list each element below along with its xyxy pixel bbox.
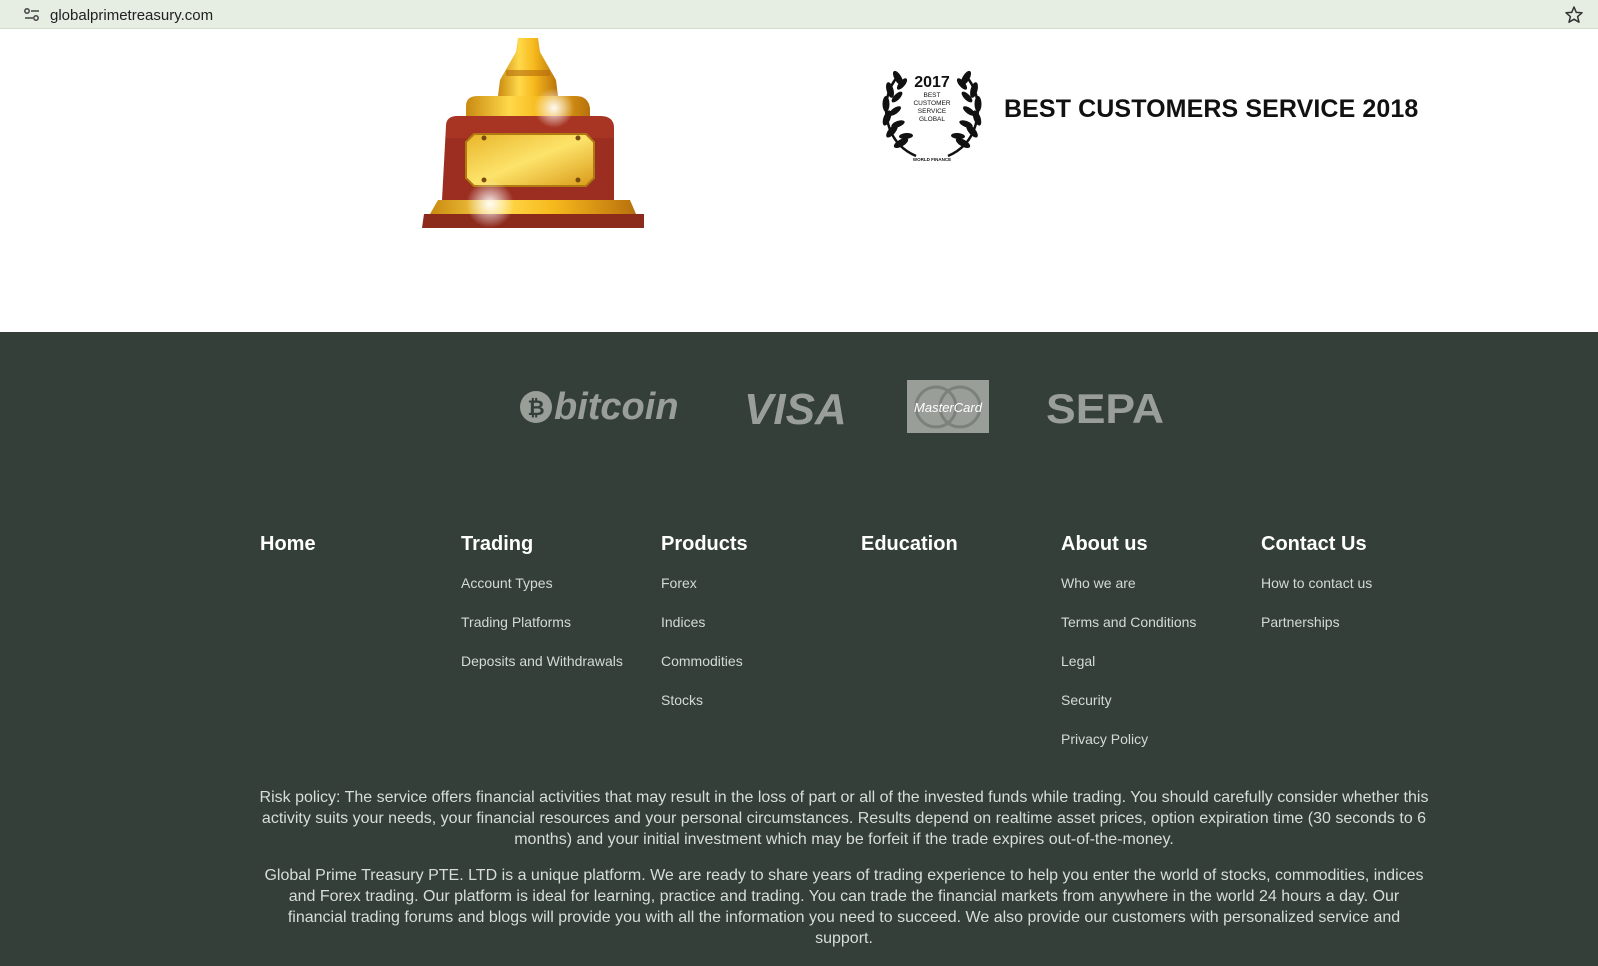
trading-links: Account Types Trading Platforms Deposits… bbox=[461, 575, 656, 692]
trophy-icon bbox=[422, 38, 644, 228]
footer-link-legal[interactable]: Legal bbox=[1061, 653, 1256, 692]
laurel-year: 2017 bbox=[914, 74, 950, 91]
laurel-line-3: SERVICE bbox=[918, 108, 947, 115]
tune-icon[interactable] bbox=[22, 6, 42, 24]
url-text[interactable]: globalprimetreasury.com bbox=[50, 7, 213, 24]
visa-logo: VISA bbox=[744, 385, 847, 434]
footer-link-education[interactable]: Education bbox=[861, 532, 1056, 556]
laurel-award-badge: 2017 BEST CUSTOMER SERVICE GLOBAL WORLD … bbox=[882, 70, 982, 162]
laurel-issuer: WORLD FINANCE bbox=[913, 157, 951, 162]
omnibox[interactable]: globalprimetreasury.com bbox=[10, 2, 1590, 27]
footer-column-contact: Contact Us How to contact us Partnership… bbox=[1261, 532, 1456, 653]
svg-text:₿: ₿ bbox=[527, 397, 544, 420]
sepa-logo: SEPA bbox=[1046, 385, 1164, 432]
sepa-wordmark: SEPA bbox=[1046, 385, 1164, 432]
contact-links: How to contact us Partnerships bbox=[1261, 575, 1456, 653]
laurel-line-1: BEST bbox=[924, 92, 941, 99]
about-links: Who we are Terms and Conditions Legal Se… bbox=[1061, 575, 1256, 770]
footer-link-trading-platforms[interactable]: Trading Platforms bbox=[461, 614, 656, 653]
footer-navigation: Home Trading Account Types Trading Platf… bbox=[260, 532, 1460, 772]
footer-column-products: Products Forex Indices Commodities Stock… bbox=[661, 532, 856, 731]
mastercard-wordmark: MasterCard bbox=[914, 400, 983, 415]
footer-column-about: About us Who we are Terms and Conditions… bbox=[1061, 532, 1256, 770]
footer-column-trading: Trading Account Types Trading Platforms … bbox=[461, 532, 656, 692]
awards-section: 2017 BEST CUSTOMER SERVICE GLOBAL WORLD … bbox=[0, 38, 1598, 332]
footer-link-forex[interactable]: Forex bbox=[661, 575, 856, 614]
risk-policy-text: Risk policy: The service offers financia… bbox=[259, 789, 1429, 848]
footer-link-account-types[interactable]: Account Types bbox=[461, 575, 656, 614]
bitcoin-logo: ₿ bitcoin bbox=[520, 386, 679, 428]
award-title: BEST CUSTOMERS SERVICE 2018 bbox=[1004, 95, 1419, 123]
footer-link-terms[interactable]: Terms and Conditions bbox=[1061, 614, 1256, 653]
bitcoin-wordmark: bitcoin bbox=[554, 386, 679, 428]
mastercard-logo: MasterCard bbox=[907, 380, 989, 433]
site-footer: ₿ bitcoin VISA MasterCard SEPA Home Trad… bbox=[0, 332, 1598, 966]
footer-link-who-we-are[interactable]: Who we are bbox=[1061, 575, 1256, 614]
footer-column-home: Home bbox=[260, 532, 455, 556]
footer-link-commodities[interactable]: Commodities bbox=[661, 653, 856, 692]
footer-link-deposits-withdrawals[interactable]: Deposits and Withdrawals bbox=[461, 653, 656, 692]
products-links: Forex Indices Commodities Stocks bbox=[661, 575, 856, 731]
star-icon[interactable] bbox=[1564, 5, 1584, 25]
footer-disclaimer: Risk policy: The service offers financia… bbox=[258, 787, 1430, 949]
footer-heading-about[interactable]: About us bbox=[1061, 532, 1256, 556]
footer-heading-products[interactable]: Products bbox=[661, 532, 856, 556]
visa-wordmark: VISA bbox=[744, 385, 847, 434]
company-about-text: Global Prime Treasury PTE. LTD is a uniq… bbox=[264, 867, 1424, 947]
footer-heading-contact[interactable]: Contact Us bbox=[1261, 532, 1456, 556]
footer-link-partnerships[interactable]: Partnerships bbox=[1261, 614, 1456, 653]
footer-link-privacy[interactable]: Privacy Policy bbox=[1061, 731, 1256, 770]
footer-link-security[interactable]: Security bbox=[1061, 692, 1256, 731]
browser-address-bar: globalprimetreasury.com bbox=[0, 0, 1598, 29]
footer-link-home[interactable]: Home bbox=[260, 532, 455, 556]
laurel-line-4: GLOBAL bbox=[919, 116, 945, 123]
payment-methods: ₿ bitcoin VISA MasterCard SEPA bbox=[0, 377, 1598, 437]
footer-heading-trading[interactable]: Trading bbox=[461, 532, 656, 556]
laurel-line-2: CUSTOMER bbox=[913, 100, 950, 107]
footer-column-education: Education bbox=[861, 532, 1056, 556]
footer-link-how-to-contact[interactable]: How to contact us bbox=[1261, 575, 1456, 614]
footer-link-stocks[interactable]: Stocks bbox=[661, 692, 856, 731]
footer-link-indices[interactable]: Indices bbox=[661, 614, 856, 653]
